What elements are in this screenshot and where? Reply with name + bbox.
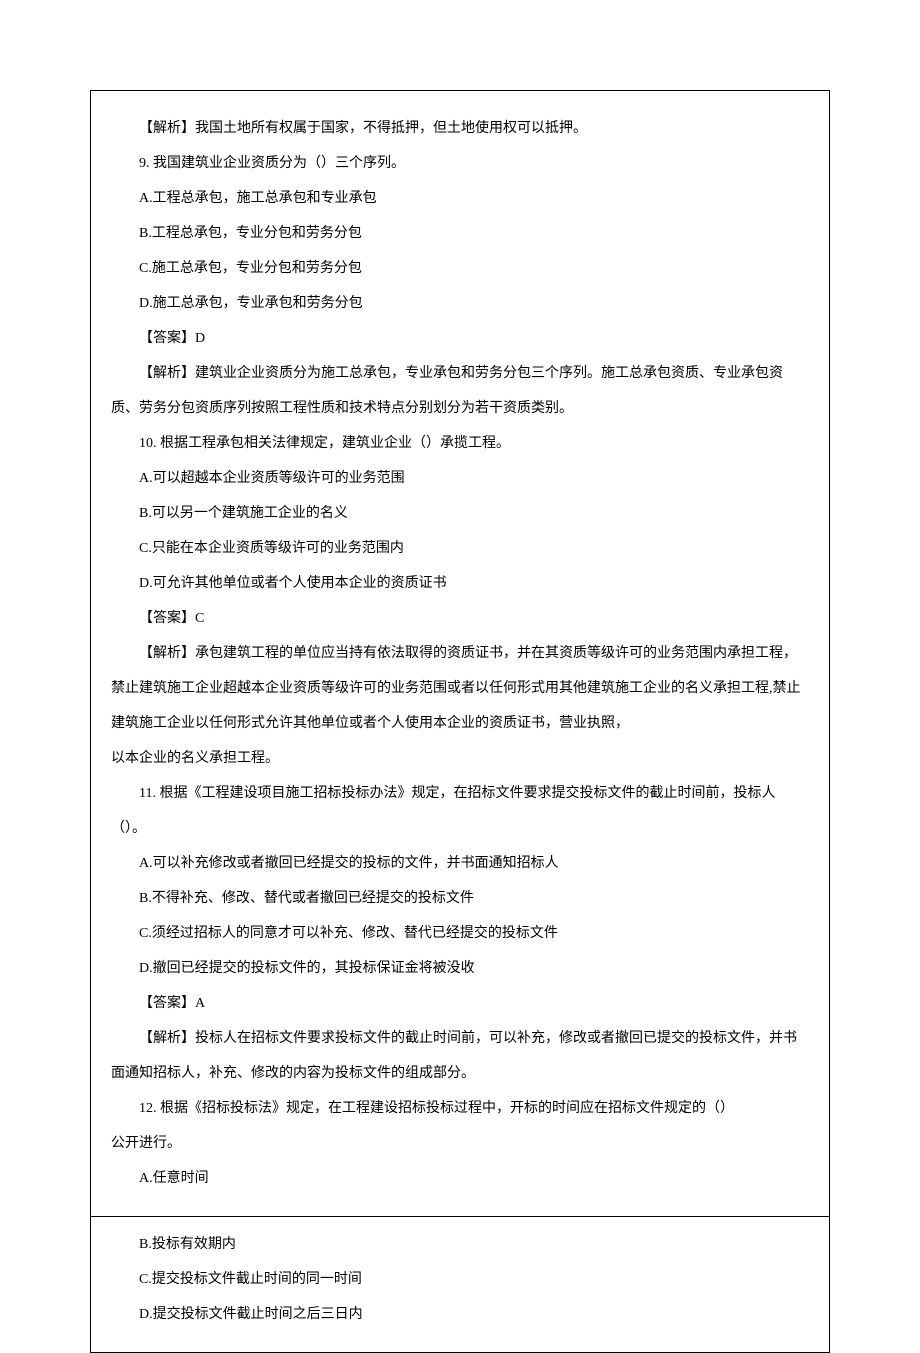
q12-option-a: A.任意时间 xyxy=(111,1161,809,1196)
q11-analysis: 【解析】投标人在招标文件要求投标文件的截止时间前，可以补充，修改或者撤回已提交的… xyxy=(111,1021,809,1091)
q11-option-b: B.不得补充、修改、替代或者撤回已经提交的投标文件 xyxy=(111,881,809,916)
q12-stem-p1: 12. 根据《招标投标法》规定，在工程建设招标投标过程中，开标的时间应在招标文件… xyxy=(111,1091,809,1126)
q10-analysis-p2: 以本企业的名义承担工程。 xyxy=(111,741,809,776)
q11-option-a: A.可以补充修改或者撤回已经提交的投标的文件，并书面通知招标人 xyxy=(111,846,809,881)
q9-stem: 9. 我国建筑业企业资质分为（）三个序列。 xyxy=(111,146,809,181)
q11-answer: 【答案】A xyxy=(111,986,809,1021)
q12-option-d: D.提交投标文件截止时间之后三日内 xyxy=(111,1297,809,1332)
q9-analysis: 【解析】建筑业企业资质分为施工总承包，专业承包和劳务分包三个序列。施工总承包资质… xyxy=(111,356,809,426)
q10-answer: 【答案】C xyxy=(111,601,809,636)
q9-option-a: A.工程总承包，施工总承包和专业承包 xyxy=(111,181,809,216)
q9-option-b: B.工程总承包，专业分包和劳务分包 xyxy=(111,216,809,251)
q12-stem-p2: 公开进行。 xyxy=(111,1126,809,1161)
q9-answer: 【答案】D xyxy=(111,321,809,356)
q10-option-c: C.只能在本企业资质等级许可的业务范围内 xyxy=(111,531,809,566)
analysis-8: 【解析】我国土地所有权属于国家，不得抵押，但土地使用权可以抵押。 xyxy=(111,111,809,146)
q11-stem: 11. 根据《工程建设项目施工招标投标办法》规定，在招标文件要求提交投标文件的截… xyxy=(111,776,809,846)
q10-stem: 10. 根据工程承包相关法律规定，建筑业企业（）承揽工程。 xyxy=(111,426,809,461)
q10-option-b: B.可以另一个建筑施工企业的名义 xyxy=(111,496,809,531)
q9-option-d: D.施工总承包，专业承包和劳务分包 xyxy=(111,286,809,321)
q12-option-b: B.投标有效期内 xyxy=(111,1227,809,1262)
document-block-2: B.投标有效期内 C.提交投标文件截止时间的同一时间 D.提交投标文件截止时间之… xyxy=(90,1217,830,1353)
document-block-1: 【解析】我国土地所有权属于国家，不得抵押，但土地使用权可以抵押。 9. 我国建筑… xyxy=(90,90,830,1217)
q11-option-c: C.须经过招标人的同意才可以补充、修改、替代已经提交的投标文件 xyxy=(111,916,809,951)
q10-analysis-p1: 【解析】承包建筑工程的单位应当持有依法取得的资质证书，并在其资质等级许可的业务范… xyxy=(111,636,809,741)
q11-option-d: D.撤回已经提交的投标文件的，其投标保证金将被没收 xyxy=(111,951,809,986)
q10-option-a: A.可以超越本企业资质等级许可的业务范围 xyxy=(111,461,809,496)
q12-option-c: C.提交投标文件截止时间的同一时间 xyxy=(111,1262,809,1297)
q10-option-d: D.可允许其他单位或者个人使用本企业的资质证书 xyxy=(111,566,809,601)
q9-option-c: C.施工总承包，专业分包和劳务分包 xyxy=(111,251,809,286)
